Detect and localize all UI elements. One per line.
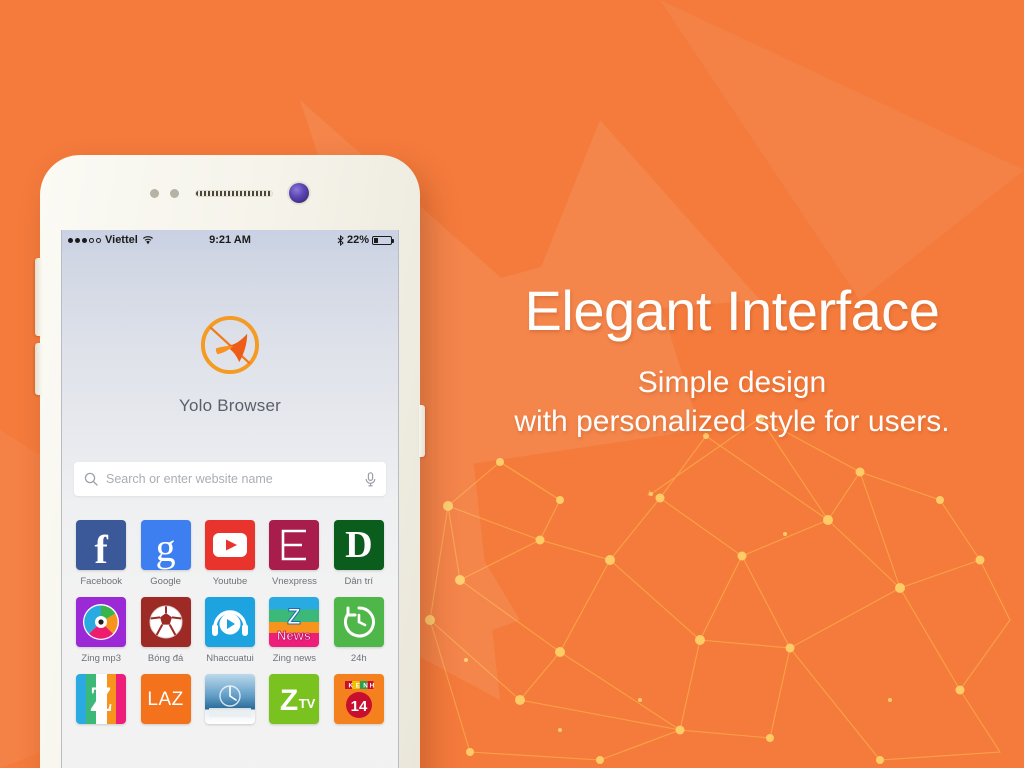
app-name-label: Yolo Browser — [179, 396, 281, 415]
phone-screen: Viettel 9:21 AM 22% Yolo Browser Search … — [61, 230, 399, 768]
subtitle-line-1: Simple design — [637, 365, 827, 399]
power-button[interactable] — [419, 405, 425, 457]
svg-text:K: K — [348, 683, 353, 690]
tv-clock-icon[interactable] — [204, 674, 255, 724]
phone-top-bezel — [40, 155, 420, 237]
bookmark-label: Dân trí — [344, 576, 374, 587]
battery-percent-label: 22% — [346, 234, 369, 246]
bookmark-tv-clock[interactable] — [202, 674, 258, 730]
svg-text:Z: Z — [280, 684, 298, 717]
bookmark-zing-news[interactable]: Z News Zing news — [266, 597, 322, 664]
bookmark-label: Youtube — [212, 576, 248, 587]
page-title: Elegant Interface — [524, 279, 940, 342]
lazada-icon[interactable]: LAZ — [140, 674, 191, 724]
bookmark-nhaccuatui[interactable]: Nhaccuatui — [202, 597, 258, 664]
bookmark-facebook[interactable]: f Facebook — [73, 520, 129, 587]
bookmark-label: Facebook — [80, 576, 123, 587]
svg-text:TV: TV — [299, 696, 316, 711]
battery-fill — [374, 237, 378, 243]
bookmark-google[interactable]: g Google — [137, 520, 193, 587]
status-bar-right: 22% — [337, 234, 394, 246]
proximity-sensor-icon — [150, 189, 159, 198]
subtitle-line-2: with personalized style for users. — [514, 405, 950, 439]
page-subtitle: Simple design with personalized style fo… — [440, 363, 1024, 442]
24h-icon[interactable] — [333, 597, 384, 647]
yolo-compass-logo-icon — [200, 315, 260, 375]
svg-text:N: N — [363, 683, 368, 690]
bookmark-label: 24h — [350, 653, 367, 664]
bookmark-ztv[interactable]: Z TV — [266, 674, 322, 730]
light-sensor-icon — [170, 189, 179, 198]
promo-banner: Elegant Interface Simple design with per… — [0, 0, 1024, 768]
bookmark-kenh14[interactable]: K E N H 14 — [331, 674, 387, 730]
svg-text:E: E — [356, 683, 361, 690]
volume-down-button[interactable] — [35, 343, 41, 395]
svg-text:14: 14 — [350, 698, 367, 715]
kenh14-icon[interactable]: K E N H 14 — [333, 674, 384, 724]
ztv-icon[interactable]: Z TV — [269, 674, 320, 724]
status-bar: Viettel 9:21 AM 22% — [62, 230, 398, 250]
bookmark-label: Zing mp3 — [81, 653, 121, 664]
bookmark-label: Bóng đá — [147, 653, 184, 664]
front-camera-icon — [289, 183, 309, 203]
bookmark-vnexpress[interactable]: Vnexpress — [266, 520, 322, 587]
bookmark-grid: f Facebook g Google Youtube Vnexpress D … — [62, 520, 398, 730]
youtube-icon[interactable] — [204, 520, 255, 570]
bongda-icon[interactable] — [140, 597, 191, 647]
zingmp3-icon[interactable] — [76, 597, 127, 647]
bookmark-bongda[interactable]: Bóng đá — [137, 597, 193, 664]
bookmark-zing-mp3[interactable]: Zing mp3 — [73, 597, 129, 664]
bookmark-label: Zing news — [272, 653, 317, 664]
dantri-icon[interactable]: D — [333, 520, 384, 570]
zingnews-icon[interactable]: Z News — [269, 597, 320, 647]
earpiece-speaker-icon — [195, 190, 273, 197]
search-icon — [84, 472, 98, 486]
nhaccuatui-icon[interactable] — [204, 597, 255, 647]
bookmark-label: Google — [150, 576, 181, 587]
bookmark-youtube[interactable]: Youtube — [202, 520, 258, 587]
bookmark-zalo[interactable]: Z — [73, 674, 129, 730]
vnexpress-icon[interactable] — [269, 520, 320, 570]
bookmark-lazada[interactable]: LAZ — [137, 674, 193, 730]
app-brand-block: Yolo Browser — [62, 250, 398, 416]
svg-text:News: News — [277, 628, 311, 643]
battery-icon — [372, 235, 394, 245]
bluetooth-icon — [337, 234, 344, 246]
marketing-copy: Elegant Interface Simple design with per… — [440, 279, 1024, 442]
search-bar[interactable]: Search or enter website name — [74, 462, 386, 496]
bookmark-dantri[interactable]: D Dân trí — [331, 520, 387, 587]
google-icon[interactable]: g — [140, 520, 191, 570]
bookmark-label: Vnexpress — [271, 576, 317, 587]
svg-text:H: H — [369, 683, 374, 690]
volume-up-button[interactable] — [35, 258, 41, 336]
bookmark-label: Nhaccuatui — [206, 653, 254, 664]
search-input[interactable]: Search or enter website name — [106, 472, 357, 486]
svg-text:Z: Z — [288, 604, 301, 629]
phone-mockup: Viettel 9:21 AM 22% Yolo Browser Search … — [35, 155, 425, 768]
microphone-icon[interactable] — [365, 471, 376, 487]
facebook-icon[interactable]: f — [76, 520, 127, 570]
bookmark-24h[interactable]: 24h — [331, 597, 387, 664]
zalo-icon[interactable]: Z — [76, 674, 127, 724]
